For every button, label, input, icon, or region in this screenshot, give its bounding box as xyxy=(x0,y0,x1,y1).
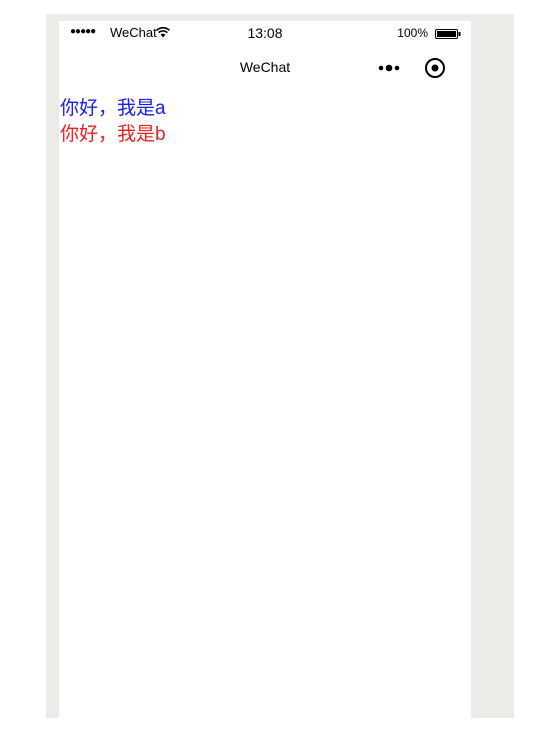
battery-percentage: 100% xyxy=(397,26,428,40)
record-circle-icon[interactable] xyxy=(424,57,446,79)
navigation-bar: WeChat xyxy=(59,57,471,81)
page-content: 你好，我是a 你好，我是b xyxy=(60,96,166,148)
page-title: WeChat xyxy=(239,59,291,75)
greeting-text-a: 你好，我是a xyxy=(60,98,166,119)
greeting-text-b: 你好，我是b xyxy=(60,124,166,145)
more-dots-icon[interactable] xyxy=(376,61,402,75)
bottom-panel xyxy=(46,718,533,742)
phone-screen: ●●●●● WeChat 13:08 100% WeChat 你好，我是a 你好… xyxy=(59,21,471,718)
battery-icon xyxy=(435,29,461,39)
status-bar: ●●●●● WeChat 13:08 100% xyxy=(59,21,471,43)
